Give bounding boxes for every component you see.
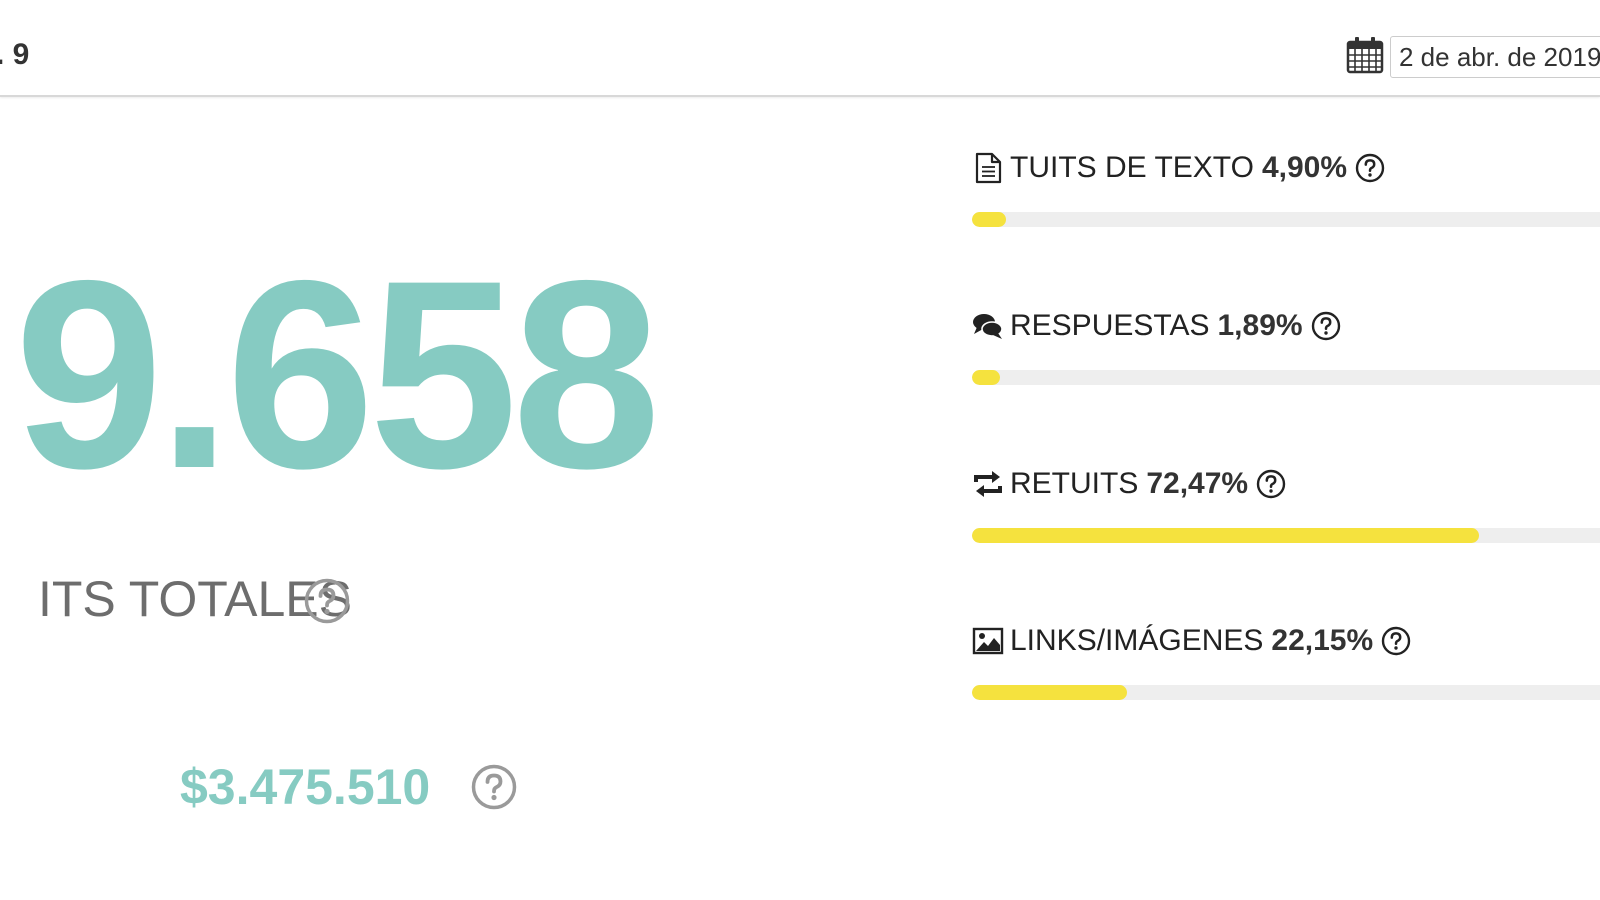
stat-replies: RESPUESTAS 1,89% — [972, 306, 1600, 385]
help-icon[interactable] — [1256, 469, 1286, 499]
stat-header: RETUITS 72,47% — [972, 464, 1600, 504]
image-icon — [972, 627, 1004, 655]
top-bar: . 9 — [0, 0, 1600, 97]
progress-bar-fill — [972, 212, 1007, 227]
page-title: . 9 — [0, 38, 30, 71]
stat-label: LINKS/IMÁGENES — [1010, 624, 1264, 657]
progress-bar-fill — [972, 528, 1480, 543]
help-icon[interactable] — [304, 578, 350, 624]
help-icon[interactable] — [1311, 311, 1341, 341]
stat-label: RESPUESTAS — [1010, 309, 1210, 342]
help-icon[interactable] — [1355, 153, 1385, 183]
stat-percent: 1,89% — [1217, 309, 1303, 342]
stat-label: TUITS DE TEXTO — [1010, 151, 1254, 184]
help-icon[interactable] — [1381, 626, 1411, 656]
stat-percent: 72,47% — [1146, 467, 1249, 500]
stat-header: RESPUESTAS 1,89% — [972, 306, 1600, 346]
progress-bar — [972, 370, 1600, 385]
date-picker-input[interactable] — [1390, 36, 1600, 78]
stat-retweets: RETUITS 72,47% — [972, 464, 1600, 543]
progress-bar-fill — [972, 370, 1000, 385]
dashboard-page: . 9 9.658 ITS TOTALES $3.475.510 — [0, 0, 1600, 900]
help-icon[interactable] — [471, 764, 517, 810]
total-tweets-number: 9.658 — [14, 224, 661, 524]
document-icon — [975, 152, 1002, 184]
retweet-icon — [974, 471, 1002, 497]
stat-header: LINKS/IMÁGENES 22,15% — [972, 621, 1600, 661]
stat-text-tweets: TUITS DE TEXTO 4,90% — [972, 148, 1600, 227]
progress-bar — [972, 212, 1600, 227]
stat-label: RETUITS — [1010, 467, 1139, 500]
progress-bar — [972, 685, 1600, 700]
estimated-value: $3.475.510 — [180, 759, 431, 815]
stat-percent: 4,90% — [1261, 151, 1348, 184]
stat-header: TUITS DE TEXTO 4,90% — [972, 148, 1600, 188]
comments-icon — [973, 314, 1003, 339]
progress-bar-fill — [972, 685, 1128, 700]
stat-links-images: LINKS/IMÁGENES 22,15% — [972, 621, 1600, 700]
stat-percent: 22,15% — [1271, 624, 1374, 657]
progress-bar — [972, 528, 1600, 543]
calendar-icon[interactable] — [1346, 36, 1384, 74]
